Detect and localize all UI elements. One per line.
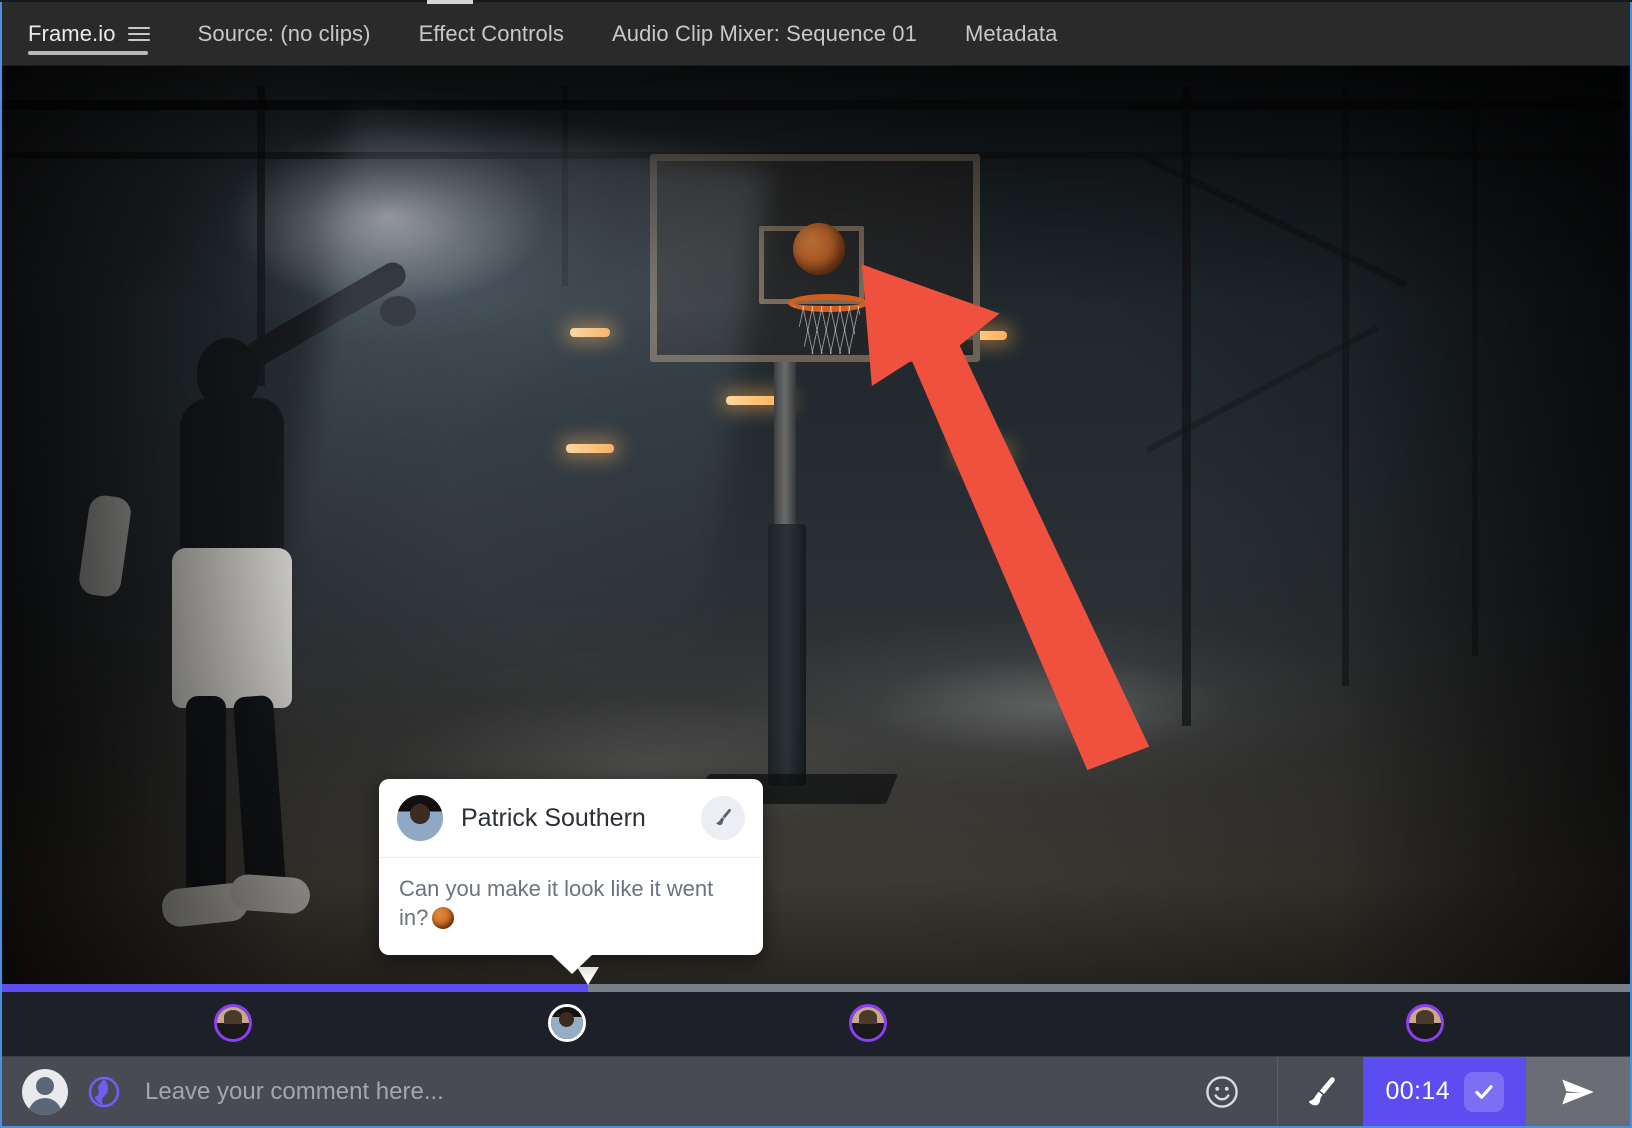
avatar (217, 1007, 250, 1039)
ceiling-beam (1472, 96, 1478, 656)
comment-card-header: Patrick Southern (379, 779, 763, 858)
tab-effect-controls-label: Effect Controls (418, 20, 564, 46)
comment-marker[interactable] (849, 1004, 888, 1042)
ceiling-beam (2, 100, 1630, 110)
comment-popup-card[interactable]: Patrick Southern Can you make it look li… (379, 779, 763, 973)
avatar (397, 795, 443, 841)
basketball-emoji (432, 907, 455, 930)
comment-input[interactable] (145, 1077, 1168, 1106)
avatar (550, 1007, 583, 1039)
tab-audio-clip-mixer[interactable]: Audio Clip Mixer: Sequence 01 (588, 2, 941, 65)
comment-author-name: Patrick Southern (461, 803, 646, 832)
comment-marker[interactable] (214, 1004, 253, 1042)
send-comment-button[interactable] (1526, 1057, 1630, 1126)
annotation-brush-button[interactable] (1277, 1057, 1364, 1126)
tab-source-label: Source: (no clips) (197, 20, 371, 46)
video-scrubber[interactable] (2, 967, 1630, 992)
tab-frame-io-label: Frame.io (28, 20, 116, 46)
strip-light (570, 328, 610, 337)
avatar (1408, 1007, 1441, 1039)
tab-frame-io[interactable]: Frame.io (2, 2, 174, 65)
strip-light (960, 449, 1006, 458)
ceiling-beam (562, 86, 568, 286)
comment-marker[interactable] (1405, 1004, 1444, 1042)
hoop-pole-padding (768, 524, 806, 786)
frame-io-panel: Frame.io Source: (no clips) Effect Contr… (0, 0, 1632, 1128)
player-leg (186, 696, 226, 896)
comment-marker-track[interactable] (2, 992, 1630, 1056)
avatar (852, 1007, 885, 1039)
tab-metadata-label: Metadata (964, 20, 1058, 46)
ceiling-beam (1342, 86, 1349, 686)
timestamp-label: 00:14 (1385, 1077, 1450, 1105)
timestamp-toggle-button[interactable]: 00:14 (1363, 1057, 1526, 1126)
panel-tab-bar: Frame.io Source: (no clips) Effect Contr… (2, 2, 1630, 66)
active-tab-indicator (28, 51, 148, 55)
hamburger-icon[interactable] (127, 25, 150, 43)
player-shorts (172, 548, 292, 708)
tab-source[interactable]: Source: (no clips) (174, 2, 395, 65)
globe-icon[interactable] (85, 1073, 123, 1111)
window-tab-nub (427, 0, 473, 4)
basketball (793, 223, 845, 275)
comment-composer-bar: 00:14 (2, 1056, 1630, 1126)
player-shoe (228, 873, 312, 915)
tab-audio-clip-mixer-label: Audio Clip Mixer: Sequence 01 (611, 20, 917, 46)
emoji-picker-button[interactable] (1167, 1057, 1277, 1126)
player-arm-sleeve (77, 493, 133, 599)
strip-light (566, 444, 614, 453)
video-player-stage[interactable]: Patrick Southern Can you make it look li… (2, 66, 1630, 992)
tab-effect-controls[interactable]: Effect Controls (395, 2, 588, 65)
comment-body: Can you make it look like it went in? (379, 858, 763, 955)
comment-marker-active[interactable] (547, 1004, 586, 1042)
brush-icon[interactable] (701, 796, 745, 840)
scrubber-progress-fill (2, 984, 589, 992)
check-icon[interactable] (1464, 1071, 1504, 1112)
default-user-avatar (22, 1068, 68, 1115)
tab-metadata[interactable]: Metadata (941, 2, 1082, 65)
hoop-pole (774, 362, 796, 526)
player-hand (380, 296, 416, 326)
